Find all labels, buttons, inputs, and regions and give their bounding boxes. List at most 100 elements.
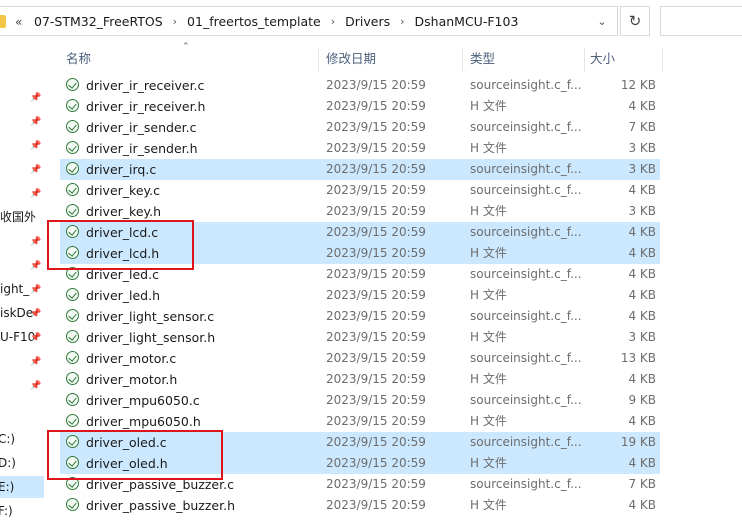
- folder-icon: [0, 15, 6, 28]
- search-input[interactable]: [660, 6, 742, 36]
- nav-drive[interactable]: E:): [0, 480, 14, 494]
- file-row[interactable]: driver_light_sensor.c 2023/9/15 20:59 sour…: [60, 306, 660, 327]
- pin-icon[interactable]: 📌: [30, 236, 41, 248]
- file-row[interactable]: driver_ir_sender.h 2023/9/15 20:59 H 文件 3 K…: [60, 138, 660, 159]
- chevron-right-icon[interactable]: ›: [173, 15, 177, 28]
- file-size: 19 KB: [620, 435, 656, 449]
- file-row[interactable]: driver_mpu6050.c 2023/9/15 20:59 sourceins…: [60, 390, 660, 411]
- source-file-icon: [66, 99, 79, 112]
- nav-drive[interactable]: D:): [0, 456, 16, 470]
- pin-icon[interactable]: 📌: [30, 356, 41, 368]
- file-name: driver_passive_buzzer.h: [86, 498, 236, 513]
- pin-icon[interactable]: 📌: [30, 92, 41, 104]
- file-date: 2023/9/15 20:59: [326, 267, 426, 281]
- nav-item[interactable]: 收国外: [0, 208, 36, 225]
- breadcrumb-overflow[interactable]: «: [15, 15, 22, 29]
- file-type: H 文件: [470, 330, 507, 344]
- file-size: 4 KB: [628, 183, 656, 197]
- file-row[interactable]: driver_motor.h 2023/9/15 20:59 H 文件 4 KB: [60, 369, 660, 390]
- column-divider[interactable]: [318, 48, 319, 72]
- column-size[interactable]: 大小: [590, 44, 615, 74]
- source-file-icon: [66, 141, 79, 154]
- file-row[interactable]: driver_irq.c 2023/9/15 20:59 sourceinsight…: [60, 159, 660, 180]
- file-size: 4 KB: [628, 372, 656, 386]
- file-type: H 文件: [470, 372, 507, 386]
- file-row[interactable]: driver_light_sensor.h 2023/9/15 20:59 H 文件…: [60, 327, 660, 348]
- file-type: sourceinsight.c_f...: [470, 393, 582, 407]
- file-name: driver_mpu6050.c: [86, 393, 200, 408]
- file-date: 2023/9/15 20:59: [326, 372, 426, 386]
- pin-icon[interactable]: 📌: [30, 116, 41, 128]
- file-date: 2023/9/15 20:59: [326, 393, 426, 407]
- address-bar[interactable]: « 07-STM32_FreeRTOS › 01_freertos_templa…: [0, 6, 618, 36]
- file-size: 4 KB: [628, 267, 656, 281]
- file-type: sourceinsight.c_f...: [470, 477, 582, 491]
- source-file-icon: [66, 204, 79, 217]
- breadcrumb-item[interactable]: DshanMCU-F103: [415, 14, 519, 29]
- chevron-right-icon[interactable]: ›: [331, 15, 335, 28]
- file-row[interactable]: driver_motor.c 2023/9/15 20:59 sourceinsig…: [60, 348, 660, 369]
- file-row[interactable]: driver_ir_receiver.h 2023/9/15 20:59 H 文件 4…: [60, 96, 660, 117]
- column-divider[interactable]: [662, 48, 663, 72]
- column-type[interactable]: 类型: [470, 44, 495, 74]
- pin-icon[interactable]: 📌: [30, 380, 41, 392]
- pin-icon[interactable]: 📌: [30, 308, 41, 320]
- file-name: driver_ir_receiver.c: [86, 78, 205, 93]
- file-date: 2023/9/15 20:59: [326, 204, 426, 218]
- file-type: H 文件: [470, 498, 507, 512]
- source-file-icon: [66, 498, 79, 511]
- nav-drive[interactable]: F:): [0, 504, 13, 518]
- column-date[interactable]: 修改日期: [326, 44, 376, 74]
- file-size: 13 KB: [620, 351, 656, 365]
- file-row[interactable]: driver_led.h 2023/9/15 20:59 H 文件 4 KB: [60, 285, 660, 306]
- source-file-icon: [66, 309, 79, 322]
- source-file-icon: [66, 330, 79, 343]
- file-size: 4 KB: [628, 414, 656, 428]
- file-date: 2023/9/15 20:59: [326, 456, 426, 470]
- nav-item[interactable]: iskDe: [0, 306, 33, 320]
- file-row[interactable]: driver_ir_sender.c 2023/9/15 20:59 sourcei…: [60, 117, 660, 138]
- file-type: H 文件: [470, 288, 507, 302]
- column-divider[interactable]: [584, 48, 585, 72]
- file-size: 4 KB: [628, 498, 656, 512]
- pin-icon[interactable]: 📌: [30, 188, 41, 200]
- file-name: driver_led.h: [86, 288, 161, 303]
- file-type: H 文件: [470, 141, 507, 155]
- nav-item[interactable]: ight_: [0, 282, 29, 296]
- annotation-highlight-box: [47, 430, 223, 480]
- file-row[interactable]: driver_passive_buzzer.h 2023/9/15 20:59 H …: [60, 495, 660, 516]
- file-name: driver_ir_sender.c: [86, 120, 197, 135]
- file-row[interactable]: driver_key.h 2023/9/15 20:59 H 文件 3 KB: [60, 201, 660, 222]
- file-date: 2023/9/15 20:59: [326, 162, 426, 176]
- source-file-icon: [66, 78, 79, 91]
- file-row[interactable]: driver_ir_receiver.c 2023/9/15 20:59 sourc…: [60, 75, 660, 96]
- file-type: sourceinsight.c_f...: [470, 78, 582, 92]
- breadcrumb-item[interactable]: 01_freertos_template: [187, 14, 321, 29]
- file-date: 2023/9/15 20:59: [326, 120, 426, 134]
- file-type: H 文件: [470, 99, 507, 113]
- nav-drive[interactable]: C:): [0, 432, 15, 446]
- file-date: 2023/9/15 20:59: [326, 435, 426, 449]
- breadcrumb-item[interactable]: Drivers: [345, 14, 390, 29]
- file-date: 2023/9/15 20:59: [326, 330, 426, 344]
- file-date: 2023/9/15 20:59: [326, 225, 426, 239]
- chevron-right-icon[interactable]: ›: [400, 15, 404, 28]
- file-row[interactable]: driver_key.c 2023/9/15 20:59 sourceinsight…: [60, 180, 660, 201]
- refresh-button[interactable]: ↻: [620, 6, 650, 36]
- pin-icon[interactable]: 📌: [30, 332, 41, 344]
- column-divider[interactable]: [462, 48, 463, 72]
- file-date: 2023/9/15 20:59: [326, 477, 426, 491]
- pin-icon[interactable]: 📌: [30, 260, 41, 272]
- file-name: driver_light_sensor.c: [86, 309, 215, 324]
- file-row[interactable]: driver_mpu6050.h 2023/9/15 20:59 H 文件 4 KB: [60, 411, 660, 432]
- column-name[interactable]: 名称: [66, 44, 91, 74]
- pin-icon[interactable]: 📌: [30, 164, 41, 176]
- file-date: 2023/9/15 20:59: [326, 183, 426, 197]
- file-type: H 文件: [470, 456, 507, 470]
- chevron-down-icon[interactable]: ⌄: [592, 15, 612, 31]
- pin-icon[interactable]: 📌: [30, 284, 41, 296]
- breadcrumb-item[interactable]: 07-STM32_FreeRTOS: [34, 14, 163, 29]
- file-name: driver_light_sensor.h: [86, 330, 216, 345]
- pin-icon[interactable]: 📌: [30, 140, 41, 152]
- file-date: 2023/9/15 20:59: [326, 78, 426, 92]
